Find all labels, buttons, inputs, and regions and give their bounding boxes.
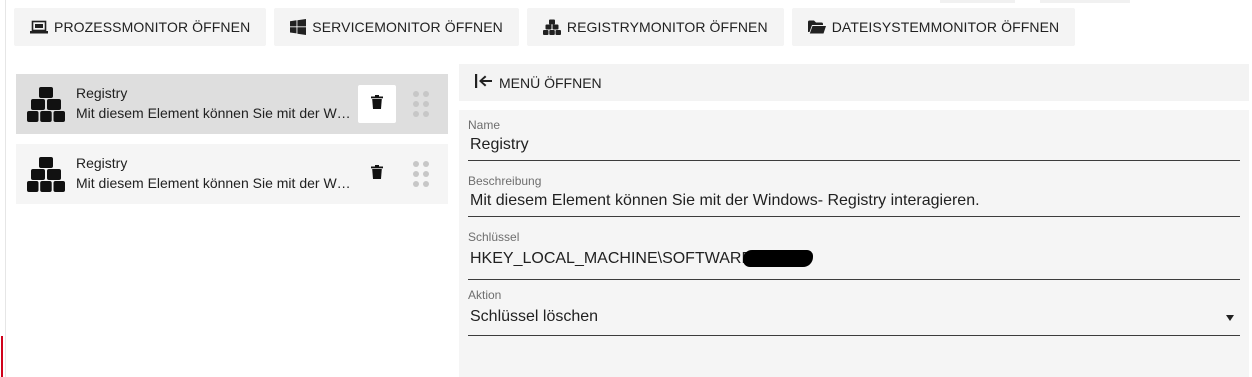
dropdown-arrow-icon[interactable] <box>1226 315 1234 321</box>
drag-handle-icon[interactable] <box>412 90 430 118</box>
delete-button[interactable] <box>358 85 396 123</box>
action-field[interactable]: Aktion Schlüssel löschen <box>468 282 1240 336</box>
action-label: Aktion <box>468 288 502 302</box>
name-field[interactable]: Name Registry <box>468 112 1240 161</box>
windows-icon <box>290 19 307 35</box>
open-service-monitor-button[interactable]: SERVICEMONITOR ÖFFNEN <box>274 8 519 46</box>
monitor-toolbar: PROZESSMONITOR ÖFFNEN SERVICEMONITOR ÖFF… <box>14 8 1076 46</box>
registry-monitor-label: REGISTRYMONITOR ÖFFNEN <box>566 19 768 35</box>
top-strip <box>940 0 1015 3</box>
open-menu-label: MENÜ ÖFFNEN <box>499 74 602 91</box>
cubes-icon <box>27 87 65 123</box>
item-title: Registry <box>76 155 128 171</box>
item-title: Registry <box>76 85 128 101</box>
collapse-left-icon <box>475 74 493 91</box>
element-detail-panel: MENÜ ÖFFNEN Name Registry Beschreibung M… <box>459 64 1249 377</box>
key-label: Schlüssel <box>468 230 520 244</box>
filesystem-monitor-label: DATEISYSTEMMONITOR ÖFFNEN <box>831 19 1060 35</box>
description-field[interactable]: Beschreibung Mit diesem Element können S… <box>468 168 1240 217</box>
redaction-mark <box>743 250 813 267</box>
top-strip <box>1040 0 1130 3</box>
panel-separator <box>459 101 1249 110</box>
element-list: Registry Mit diesem Element können Sie m… <box>16 74 448 214</box>
process-monitor-label: PROZESSMONITOR ÖFFNEN <box>54 19 251 35</box>
name-input[interactable]: Registry <box>470 136 529 154</box>
item-description: Mit diesem Element können Sie mit der Wi… <box>76 105 352 121</box>
laptop-icon <box>30 20 48 34</box>
trash-icon <box>371 164 383 184</box>
red-focus-marker <box>1 336 3 377</box>
cubes-icon <box>27 157 65 193</box>
service-monitor-label: SERVICEMONITOR ÖFFNEN <box>312 19 503 35</box>
name-label: Name <box>468 118 501 132</box>
drag-handle-icon[interactable] <box>412 160 430 188</box>
action-select[interactable]: Schlüssel löschen <box>470 308 598 326</box>
open-process-monitor-button[interactable]: PROZESSMONITOR ÖFFNEN <box>14 8 267 46</box>
open-menu-button[interactable]: MENÜ ÖFFNEN <box>459 64 1249 101</box>
cubes-icon <box>542 19 561 35</box>
list-item[interactable]: Registry Mit diesem Element können Sie m… <box>16 74 448 134</box>
description-label: Beschreibung <box>468 174 542 188</box>
open-registry-monitor-button[interactable]: REGISTRYMONITOR ÖFFNEN <box>526 8 784 46</box>
open-filesystem-monitor-button[interactable]: DATEISYSTEMMONITOR ÖFFNEN <box>791 8 1076 46</box>
list-item[interactable]: Registry Mit diesem Element können Sie m… <box>16 144 448 204</box>
item-description: Mit diesem Element können Sie mit der Wi… <box>76 175 352 191</box>
description-input[interactable]: Mit diesem Element können Sie mit der Wi… <box>470 192 980 210</box>
folder-icon <box>807 20 826 34</box>
page-left-border <box>5 0 6 377</box>
key-input[interactable]: HKEY_LOCAL_MACHINE\SOFTWARE <box>470 250 752 268</box>
trash-icon <box>371 94 383 114</box>
key-field[interactable]: Schlüssel HKEY_LOCAL_MACHINE\SOFTWARE <box>468 224 1240 280</box>
delete-button[interactable] <box>358 155 396 193</box>
